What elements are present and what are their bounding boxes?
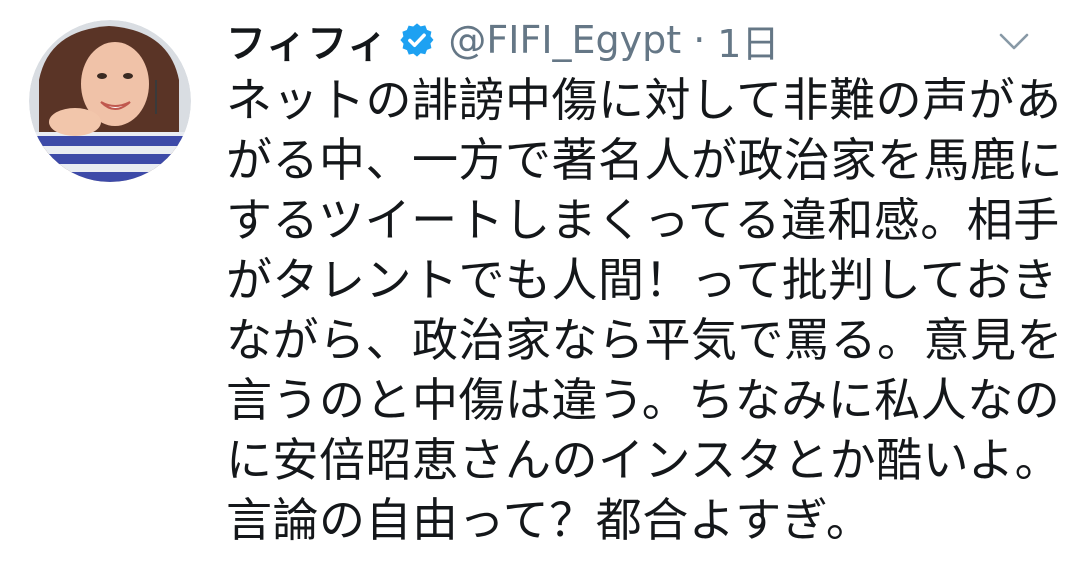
avatar-photo [29,20,191,182]
chevron-down-icon[interactable] [997,24,1031,58]
tweet-text: ネットの誹謗中傷に対して非難の声があ がる中、一方で著名人が政治家を馬鹿に する… [226,70,1063,550]
timestamp[interactable]: 1日 [717,13,779,68]
tweet-text-line: がタレントでも人間！って批判しておき [226,253,1058,307]
tweet-text-line: 言論の自由って？都合よすぎ。 [226,493,873,547]
tweet-text-line: に安倍昭恵さんのインスタとか酷いよ。 [226,433,1062,487]
tweet-text-line: ネットの誹謗中傷に対して非難の声があ [226,73,1062,127]
tweet-text-line: がる中、一方で著名人が政治家を馬鹿に [226,133,1063,187]
tweet[interactable]: フィフィ @FIFI_Egypt · 1日 ネットの誹謗中傷に対して非難の声があ… [0,0,1075,568]
verified-badge-icon [398,21,436,59]
user-handle[interactable]: @FIFI_Egypt [448,18,681,62]
tweet-header: フィフィ @FIFI_Egypt · 1日 [226,10,779,70]
separator-dot: · [693,18,706,62]
tweet-text-line: ながら、政治家なら平気で罵る。意見を [226,313,1063,367]
display-name[interactable]: フィフィ [226,11,388,69]
tweet-text-line: するツイートしまくってる違和感。相手 [226,193,1060,247]
tweet-text-line: 言うのと中傷は違う。ちなみに私人なの [226,373,1061,427]
avatar[interactable] [29,20,191,182]
